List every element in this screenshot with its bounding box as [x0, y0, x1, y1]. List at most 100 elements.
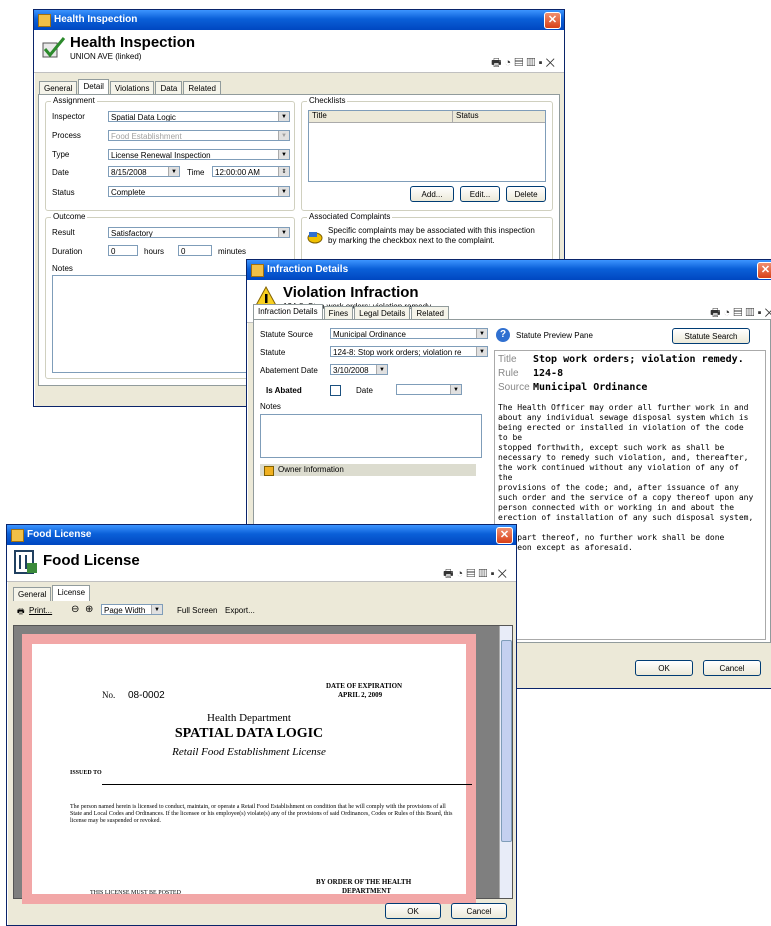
statute-line: necessary to remedy such violation, and,…	[498, 453, 749, 462]
ok-button[interactable]: OK	[385, 903, 441, 919]
food-tabs: General License	[13, 585, 91, 601]
app-icon	[38, 14, 51, 27]
tab-related[interactable]: Related	[411, 306, 449, 320]
health-inspection-titlebar[interactable]: Health Inspection ✕	[34, 10, 564, 30]
copy-icon[interactable]: ▤	[466, 568, 478, 580]
paste-icon[interactable]: ▥	[478, 568, 490, 580]
chevron-down-icon[interactable]: ▼	[376, 365, 387, 374]
statute-source-select[interactable]: Municipal Ordinance ▼	[330, 328, 488, 339]
tab-data[interactable]: Data	[155, 81, 183, 95]
copy-icon[interactable]: ▤	[733, 307, 745, 319]
result-select[interactable]: Satisfactory ▼	[108, 227, 290, 238]
inspector-select[interactable]: Spatial Data Logic ▼	[108, 111, 290, 122]
add-checklist-button[interactable]: Add...	[410, 186, 454, 202]
tab-infraction-details[interactable]: Infraction Details	[253, 304, 323, 320]
print-icon[interactable]: 🖶	[710, 307, 723, 319]
statute-line: about any individual sewage disposal sys…	[498, 413, 749, 422]
tab-fines[interactable]: Fines	[323, 306, 354, 320]
statute-value: 124-8: Stop work orders; violation re	[333, 348, 462, 357]
close-icon[interactable]: ✕	[757, 262, 771, 279]
infraction-titlebar[interactable]: Infraction Details ✕	[247, 260, 771, 280]
chevron-down-icon[interactable]: ▼	[168, 167, 179, 176]
abatement-date-field[interactable]: 3/10/2008 ▼	[330, 364, 388, 375]
food-license-titlebar[interactable]: Food License ✕	[7, 525, 516, 545]
chevron-down-icon[interactable]: ▼	[278, 131, 289, 140]
inspector-label: Inspector	[52, 112, 85, 121]
help-icon[interactable]: ◔	[457, 568, 467, 580]
tab-general[interactable]: General	[13, 587, 52, 601]
chevron-down-icon[interactable]: ▼	[278, 150, 289, 159]
chevron-down-icon[interactable]: ▼	[278, 187, 289, 196]
delete-checklist-button[interactable]: Delete	[506, 186, 546, 202]
close-icon[interactable]: ✕	[764, 307, 771, 319]
owner-information-bar[interactable]: Owner Information	[260, 464, 476, 476]
date-field[interactable]: 8/15/2008 ▼	[108, 166, 180, 177]
edit-checklist-button[interactable]: Edit...	[460, 186, 500, 202]
statute-search-button[interactable]: Statute Search	[672, 328, 750, 344]
close-icon[interactable]: ✕	[545, 57, 558, 69]
statute-line: provisions of the code; and, after issua…	[498, 483, 739, 492]
col-status[interactable]: Status	[453, 111, 479, 122]
owner-icon	[264, 466, 274, 476]
spinner-icon[interactable]: ⇕	[278, 167, 289, 176]
checklists-table[interactable]: Title Status	[308, 110, 546, 182]
scrollbar-thumb[interactable]	[501, 640, 512, 842]
cancel-button[interactable]: Cancel	[451, 903, 507, 919]
chevron-down-icon[interactable]: ▼	[278, 112, 289, 121]
chevron-down-icon[interactable]: ▼	[476, 347, 487, 356]
source-label: Source	[498, 382, 530, 393]
statute-line: being erected or installed in violation …	[498, 423, 744, 442]
tab-detail[interactable]: Detail	[78, 79, 109, 95]
full-screen-button[interactable]: Full Screen	[177, 606, 217, 615]
close-icon[interactable]: ✕	[497, 568, 510, 580]
cert-department: Health Department	[207, 712, 291, 724]
type-select[interactable]: License Renewal Inspection ▼	[108, 149, 290, 160]
zoom-out-icon[interactable]: ⊖	[71, 604, 79, 615]
checklists-group: Checklists Title Status Add... Edit... D…	[301, 96, 553, 211]
close-icon[interactable]: ✕	[496, 527, 513, 544]
chevron-down-icon[interactable]: ▼	[450, 385, 461, 394]
print-button[interactable]: Print...	[29, 606, 52, 615]
print-icon[interactable]: 🖶	[443, 568, 456, 580]
time-field[interactable]: 12:00:00 AM ⇕	[212, 166, 290, 177]
time-value: 12:00:00 AM	[215, 168, 260, 177]
close-icon[interactable]: ✕	[544, 12, 561, 29]
chevron-down-icon[interactable]: ▼	[151, 605, 162, 614]
is-abated-checkbox[interactable]	[330, 385, 341, 396]
zoom-in-icon[interactable]: ⊕	[85, 604, 93, 615]
print-icon[interactable]: 🖶	[17, 606, 25, 620]
abated-date-field[interactable]: ▼	[396, 384, 462, 395]
license-certificate: No. 08-0002 DATE OF EXPIRATION APRIL 2, …	[22, 634, 476, 904]
tab-license[interactable]: License	[52, 585, 91, 601]
export-button[interactable]: Export...	[225, 606, 255, 615]
ok-button[interactable]: OK	[635, 660, 693, 676]
chevron-down-icon[interactable]: ▼	[476, 329, 487, 338]
help-icon[interactable]: ◔	[505, 57, 515, 69]
page-title: Food License	[43, 552, 140, 569]
vertical-scrollbar[interactable]	[499, 626, 512, 898]
paste-icon[interactable]: ▥	[745, 307, 757, 319]
tab-legal-details[interactable]: Legal Details	[354, 306, 411, 320]
tab-general[interactable]: General	[39, 81, 78, 95]
paste-icon[interactable]: ▥	[526, 57, 538, 69]
zoom-select[interactable]: Page Width ▼	[101, 604, 163, 615]
print-icon[interactable]: 🖶	[491, 57, 504, 69]
cancel-button[interactable]: Cancel	[703, 660, 761, 676]
col-title[interactable]: Title	[309, 111, 453, 122]
expiration-label: DATE OF EXPIRATION	[326, 682, 403, 690]
statute-select[interactable]: 124-8: Stop work orders; violation re ▼	[330, 346, 488, 357]
notes-textarea[interactable]	[260, 414, 482, 458]
notes-label: Notes	[52, 264, 73, 273]
hours-input[interactable]: 0	[108, 245, 138, 256]
statute-body: The Health Officer may order all further…	[498, 403, 754, 553]
help-icon[interactable]: ◔	[724, 307, 734, 319]
status-select[interactable]: Complete ▼	[108, 186, 290, 197]
cert-body: The person named herein is licensed to c…	[70, 804, 453, 824]
chevron-down-icon[interactable]: ▼	[278, 228, 289, 237]
license-icon	[14, 550, 37, 574]
tab-related[interactable]: Related	[183, 81, 221, 95]
minutes-input[interactable]: 0	[178, 245, 212, 256]
process-select[interactable]: Food Establishment ▼	[108, 130, 290, 141]
tab-violations[interactable]: Violations	[109, 81, 155, 95]
copy-icon[interactable]: ▤	[514, 57, 526, 69]
